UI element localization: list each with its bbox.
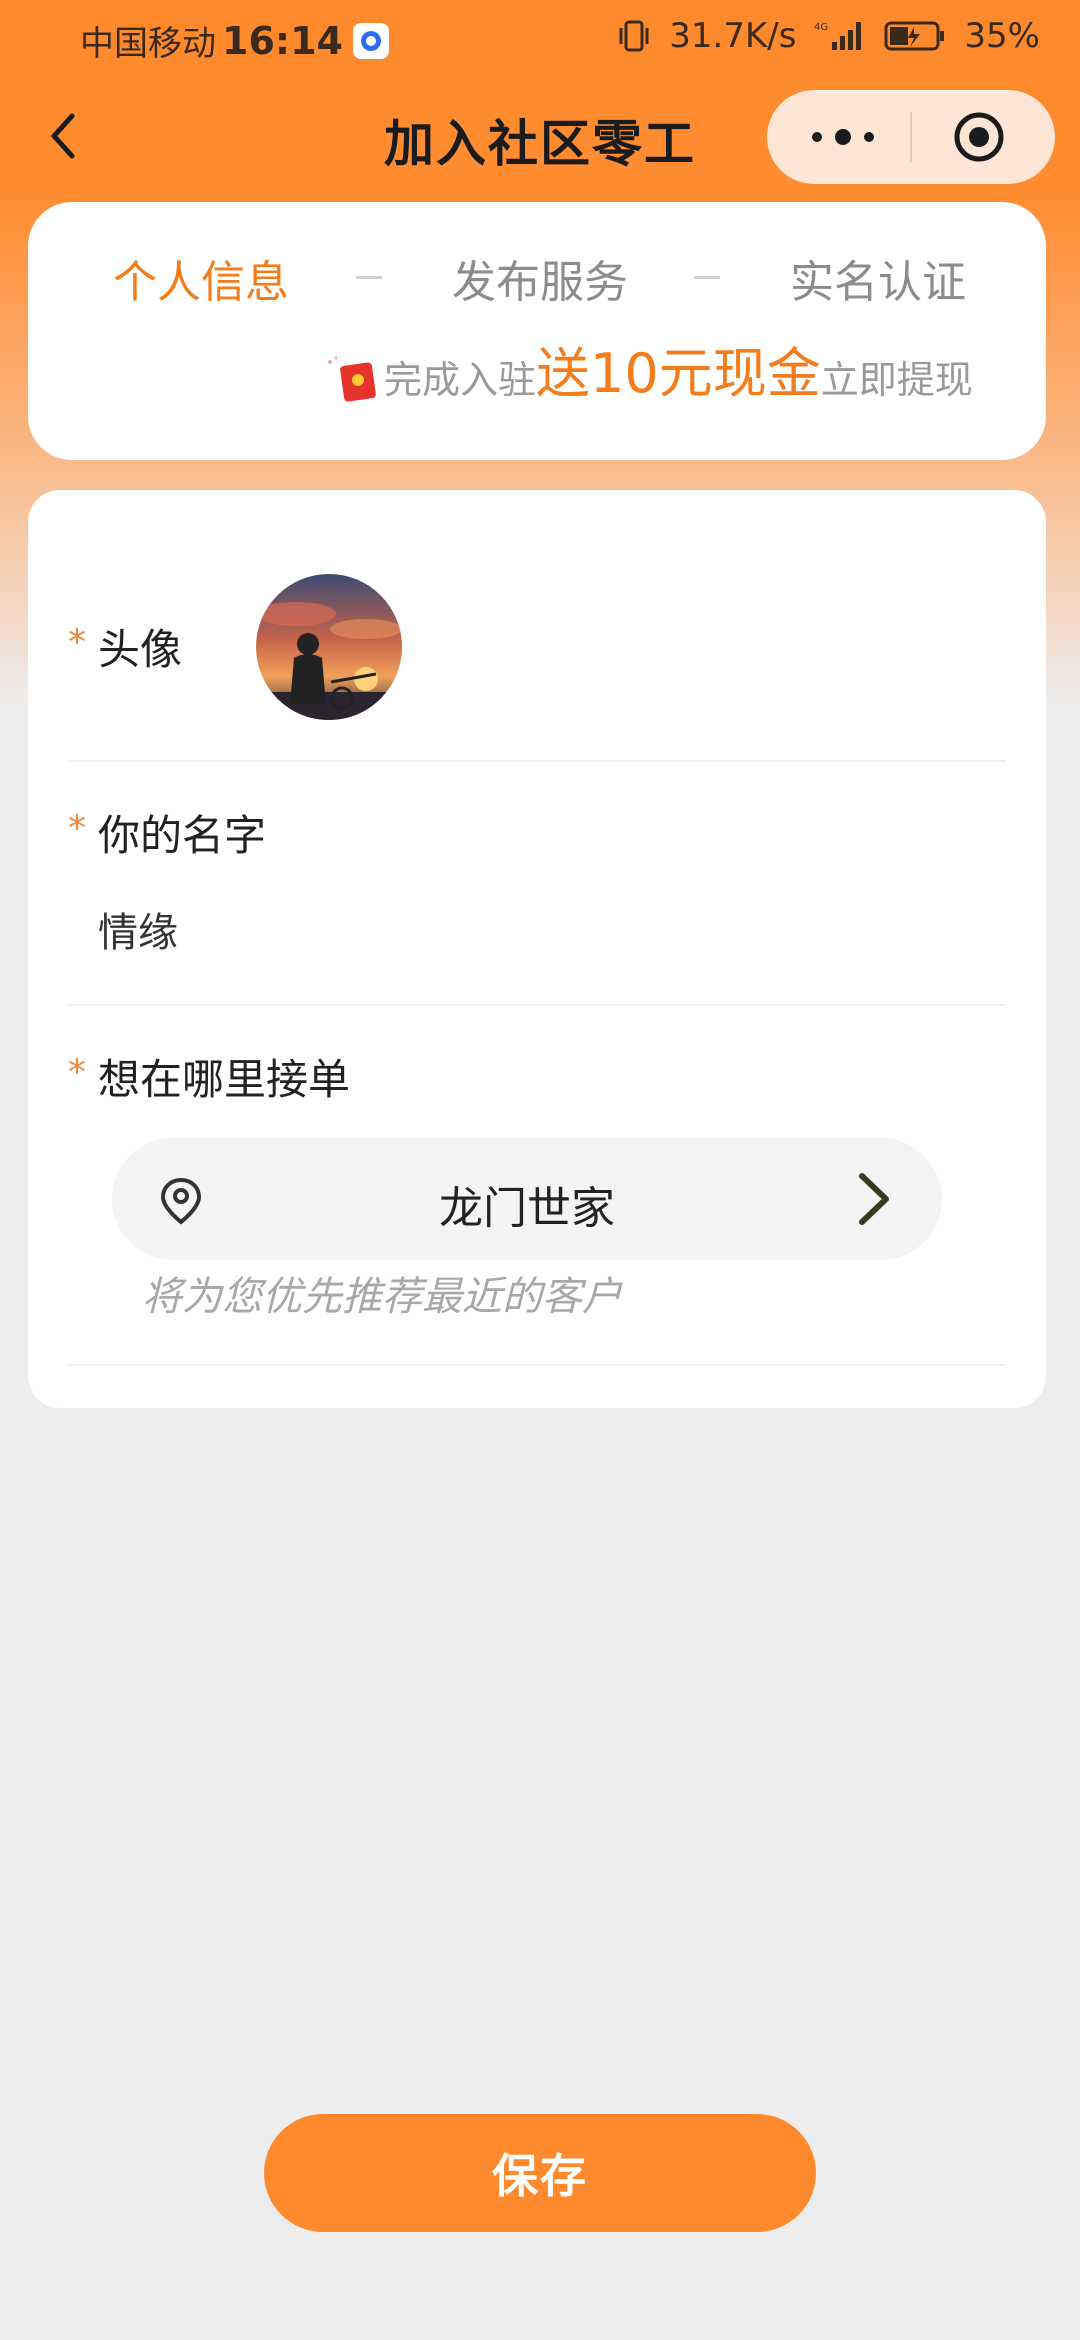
- step-real-name-auth[interactable]: 实名认证: [790, 246, 966, 310]
- divider: [68, 1364, 1006, 1366]
- signal-icon: 4G: [814, 22, 862, 50]
- required-mark: *: [68, 622, 86, 663]
- promo-highlight: 送10元现金: [536, 342, 821, 405]
- save-button[interactable]: 保存: [264, 2114, 816, 2232]
- promo-prefix: 完成入驻: [384, 358, 537, 402]
- chevron-right-icon: [859, 1173, 889, 1225]
- location-selector[interactable]: 龙门世家: [112, 1138, 942, 1260]
- location-value: 龙门世家: [439, 1183, 615, 1234]
- app-notification-icon: [352, 22, 389, 59]
- name-input[interactable]: 情缘: [98, 900, 178, 958]
- clock: 16:14: [222, 18, 343, 63]
- name-label: 你的名字: [98, 811, 267, 860]
- location-hint: 将为您优先推荐最近的客户: [142, 1274, 622, 1320]
- location-label: 想在哪里接单: [98, 1055, 351, 1104]
- battery-percent: 35%: [964, 16, 1040, 56]
- close-miniprogram-icon[interactable]: [952, 110, 1006, 164]
- svg-text:4G: 4G: [814, 22, 828, 33]
- navigation-bar: 加入社区零工: [0, 76, 1080, 196]
- avatar-label: 头像: [98, 625, 183, 674]
- step-separator: [356, 276, 382, 279]
- step-label: 个人信息: [113, 257, 289, 308]
- battery-icon: [884, 21, 945, 51]
- promo-suffix: 立即提现: [820, 358, 973, 402]
- network-speed: 31.7K/s: [669, 16, 797, 56]
- miniprogram-capsule: [767, 90, 1055, 184]
- step-personal-info[interactable]: 个人信息: [113, 246, 289, 310]
- required-mark: *: [68, 808, 86, 849]
- step-separator: [694, 276, 720, 279]
- promo-banner[interactable]: 完成入驻 送10元现金 立即提现: [324, 344, 973, 404]
- carrier-name: 中国移动: [80, 24, 216, 64]
- red-envelope-icon: [328, 356, 376, 402]
- status-bar: 中国移动 16:14 31.7K/s 4G 35%: [0, 0, 1080, 76]
- vibrate-icon: [619, 20, 649, 52]
- more-icon[interactable]: [803, 114, 883, 160]
- steps-card: 个人信息 发布服务 实名认证 完成入驻 送10元现金 立即提现: [28, 202, 1046, 460]
- avatar[interactable]: [256, 574, 402, 720]
- step-publish-service[interactable]: 发布服务: [452, 246, 628, 310]
- divider: [68, 1004, 1006, 1006]
- divider: [68, 760, 1006, 762]
- required-mark: *: [68, 1052, 86, 1093]
- profile-form: * 头像 * 你的名字 情缘 * 想在哪里接单 龙门世家 将为您优先推荐最近的客…: [28, 490, 1046, 1408]
- capsule-divider: [910, 112, 912, 162]
